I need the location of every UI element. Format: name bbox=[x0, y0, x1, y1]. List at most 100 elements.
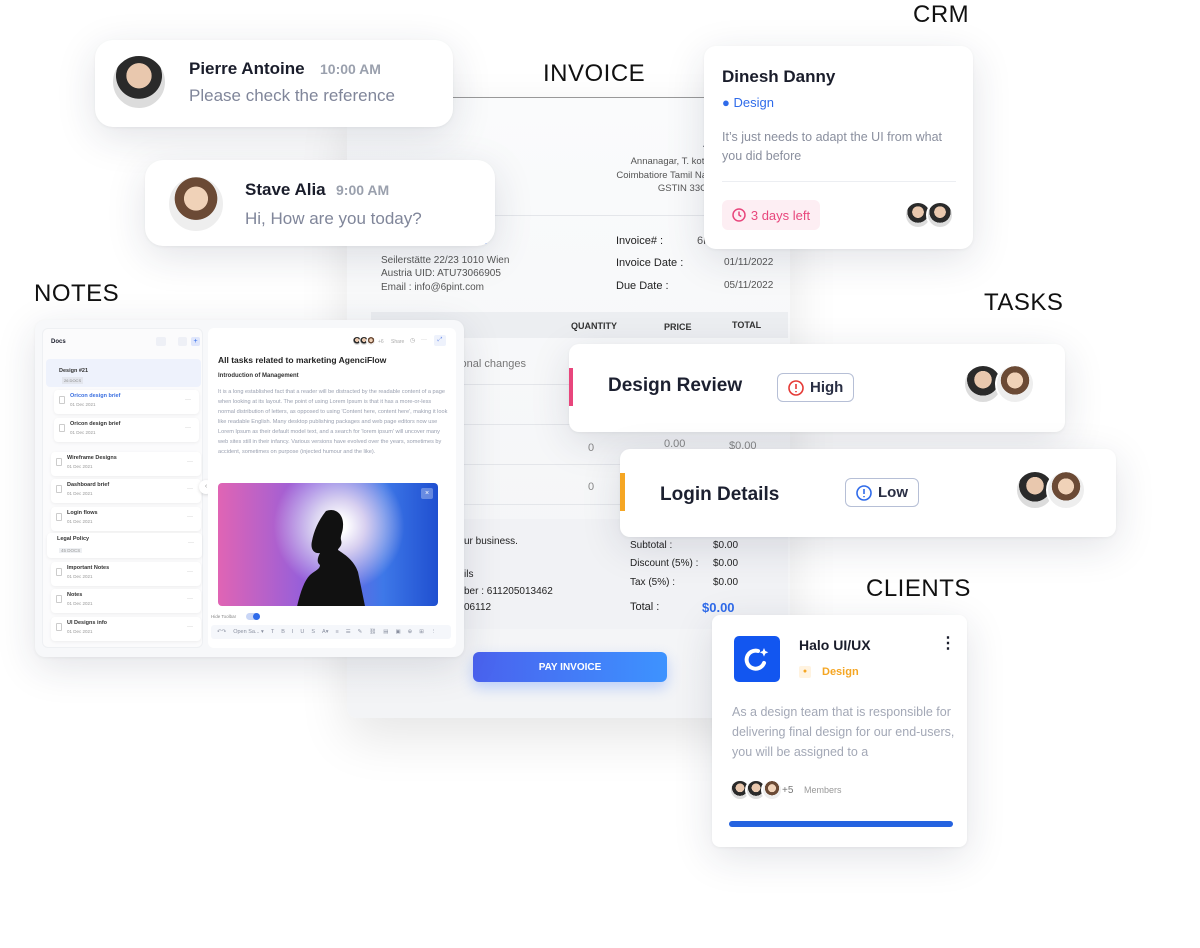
note-editor: +6 Share ◷ ··· ⤢ All tasks related to ma… bbox=[208, 328, 456, 648]
company-address-2: Coimbatiore Tamil Na bbox=[616, 170, 707, 181]
align-icon[interactable]: ≡ bbox=[335, 629, 338, 635]
invoice-number-label: Invoice# : bbox=[616, 235, 664, 247]
grid-icon[interactable]: ⊞ bbox=[419, 629, 424, 635]
image-icon[interactable]: ▣ bbox=[395, 629, 400, 635]
tasks-label: TASKS bbox=[984, 289, 1064, 316]
crm-card[interactable]: Dinesh Danny ● Design It’s just needs to… bbox=[704, 46, 973, 249]
link-icon[interactable]: ⛓ bbox=[369, 629, 376, 635]
task-title: Login Details bbox=[660, 484, 780, 505]
table-icon[interactable]: ▤ bbox=[383, 629, 388, 635]
client-description: As a design team that is responsible for… bbox=[732, 705, 955, 759]
pay-invoice-button[interactable]: PAY INVOICE bbox=[473, 652, 667, 682]
progress-fill bbox=[729, 821, 953, 827]
client-logo bbox=[734, 636, 780, 682]
more-vertical-icon[interactable]: ⋮ bbox=[431, 629, 437, 635]
italic-icon[interactable]: I bbox=[292, 629, 294, 635]
more-icon[interactable]: ··· bbox=[421, 337, 427, 343]
alert-icon bbox=[856, 484, 872, 501]
hide-toolbar-toggle[interactable] bbox=[246, 613, 260, 620]
folder-design-21[interactable]: Design #21 26 DOCS bbox=[46, 359, 201, 387]
filter-button[interactable] bbox=[156, 337, 166, 346]
invoice-label: INVOICE bbox=[543, 60, 646, 87]
priority-badge: Low bbox=[845, 478, 919, 507]
doc-item[interactable]: Oricon design brief 01 Dec 2021 ··· bbox=[54, 390, 199, 414]
chat-card[interactable]: Pierre Antoine 10:00 AM Please check the… bbox=[95, 40, 453, 127]
strike-icon[interactable]: S bbox=[311, 629, 315, 635]
bank-details-label: ils bbox=[464, 569, 474, 580]
task-title: Design Review bbox=[608, 375, 743, 396]
subtotal-value: $0.00 bbox=[713, 540, 739, 551]
members-extra: +5 bbox=[782, 785, 794, 796]
docs-sidebar: Docs + Design #21 26 DOCS Oricon design … bbox=[42, 328, 203, 648]
editor-toolbar: ↶↷ Open Sa... ▾ T B I U S A▾ ≡ ☰ ✎ ⛓ ▤ ▣ ⊕ ⊞ ⋮ bbox=[211, 625, 451, 639]
close-image-icon[interactable]: × bbox=[421, 488, 433, 499]
highlight-icon[interactable]: ✎ bbox=[358, 629, 363, 635]
chat-message: Please check the reference bbox=[189, 86, 396, 105]
avatar bbox=[366, 336, 376, 346]
format-icon[interactable]: T bbox=[271, 629, 274, 635]
avatar bbox=[926, 201, 954, 229]
alert-icon bbox=[788, 379, 804, 396]
docs-title: Docs bbox=[51, 339, 66, 345]
footer-note: ur business. bbox=[464, 536, 518, 547]
search-button[interactable] bbox=[178, 337, 187, 346]
tax-value: $0.00 bbox=[713, 577, 739, 588]
invoice-date-label: Invoice Date : bbox=[616, 257, 684, 269]
company-gstin: GSTIN 33C bbox=[657, 183, 707, 194]
task-card[interactable]: Login Details Low bbox=[620, 449, 1116, 537]
doc-item[interactable]: Oricon design brief 01 Dec 2021 ··· bbox=[54, 418, 199, 442]
share-button[interactable]: Share bbox=[391, 339, 404, 345]
doc-item[interactable]: UI Designs info 01 Dec 2021 ··· bbox=[51, 617, 201, 641]
client-card[interactable]: Halo UI/UX ⋮ ● Design As a design team t… bbox=[712, 615, 967, 847]
underline-icon[interactable]: U bbox=[300, 629, 304, 635]
notes-panel: Docs + Design #21 26 DOCS Oricon design … bbox=[35, 320, 464, 657]
chat-sender: Stave Alia bbox=[245, 180, 326, 199]
crm-tag: ● Design bbox=[722, 95, 774, 110]
avatar bbox=[111, 54, 167, 110]
history-icon[interactable]: ◷ bbox=[410, 337, 415, 344]
invoice-date-value: 01/11/2022 bbox=[724, 257, 774, 268]
silhouette-image bbox=[297, 510, 365, 606]
total-label: Total : bbox=[630, 601, 660, 613]
doc-item[interactable]: Notes 01 Dec 2021 ··· bbox=[51, 589, 201, 613]
row-qty: 0 bbox=[588, 481, 595, 493]
folder-name: Design #21 bbox=[59, 368, 89, 374]
list-icon[interactable]: ☰ bbox=[346, 629, 351, 635]
note-title: All tasks related to marketing AgenciFlo… bbox=[218, 355, 387, 365]
due-badge: 3 days left bbox=[722, 200, 820, 230]
due-date-label: Due Date : bbox=[616, 280, 669, 292]
crm-contact-name: Dinesh Danny bbox=[722, 67, 836, 86]
avatar bbox=[761, 779, 783, 801]
column-price: PRICE bbox=[664, 322, 692, 332]
due-text: 3 days left bbox=[750, 207, 811, 223]
priority-bar bbox=[620, 473, 625, 511]
subtotal-label: Subtotal : bbox=[630, 540, 673, 551]
avatar bbox=[995, 364, 1035, 404]
chat-time: 10:00 AM bbox=[320, 61, 381, 77]
note-subtitle: Introduction of Management bbox=[218, 373, 299, 379]
doc-item[interactable]: Dashboard brief 01 Dec 2021 ··· bbox=[51, 479, 201, 503]
priority-label: Low bbox=[878, 484, 908, 501]
add-doc-button[interactable]: + bbox=[191, 337, 200, 346]
chat-card[interactable]: Stave Alia 9:00 AM Hi, How are you today… bbox=[145, 160, 495, 246]
tax-label: Tax (5%) : bbox=[630, 577, 676, 588]
folder-legal-policy[interactable]: Legal Policy 45 DOCS ··· bbox=[47, 533, 202, 558]
priority-badge: High bbox=[777, 373, 855, 402]
bold-icon[interactable]: B bbox=[281, 629, 285, 635]
font-select[interactable]: Open Sa... ▾ bbox=[233, 629, 264, 635]
undo-redo-icon[interactable]: ↶↷ bbox=[217, 629, 226, 635]
divider bbox=[722, 181, 956, 182]
doc-item[interactable]: Login flows 01 Dec 2021 ··· bbox=[51, 507, 201, 531]
task-card[interactable]: Design Review High bbox=[569, 344, 1065, 432]
chat-sender: Pierre Antoine bbox=[189, 59, 305, 78]
more-vertical-icon[interactable]: ⋮ bbox=[940, 633, 956, 653]
notes-label: NOTES bbox=[34, 280, 120, 307]
doc-item[interactable]: Wireframe Designs 01 Dec 2021 ··· bbox=[51, 452, 201, 476]
text-color-icon[interactable]: A▾ bbox=[322, 629, 328, 635]
globe-icon[interactable]: ⊕ bbox=[408, 629, 413, 635]
expand-icon[interactable]: ⤢ bbox=[434, 335, 446, 346]
avatar bbox=[167, 175, 225, 233]
doc-item[interactable]: Important Notes 01 Dec 2021 ··· bbox=[51, 562, 201, 586]
crm-note: It’s just needs to adapt the UI from wha… bbox=[722, 130, 943, 163]
client-address-2: Austria UID: ATU73066905 bbox=[381, 268, 501, 279]
